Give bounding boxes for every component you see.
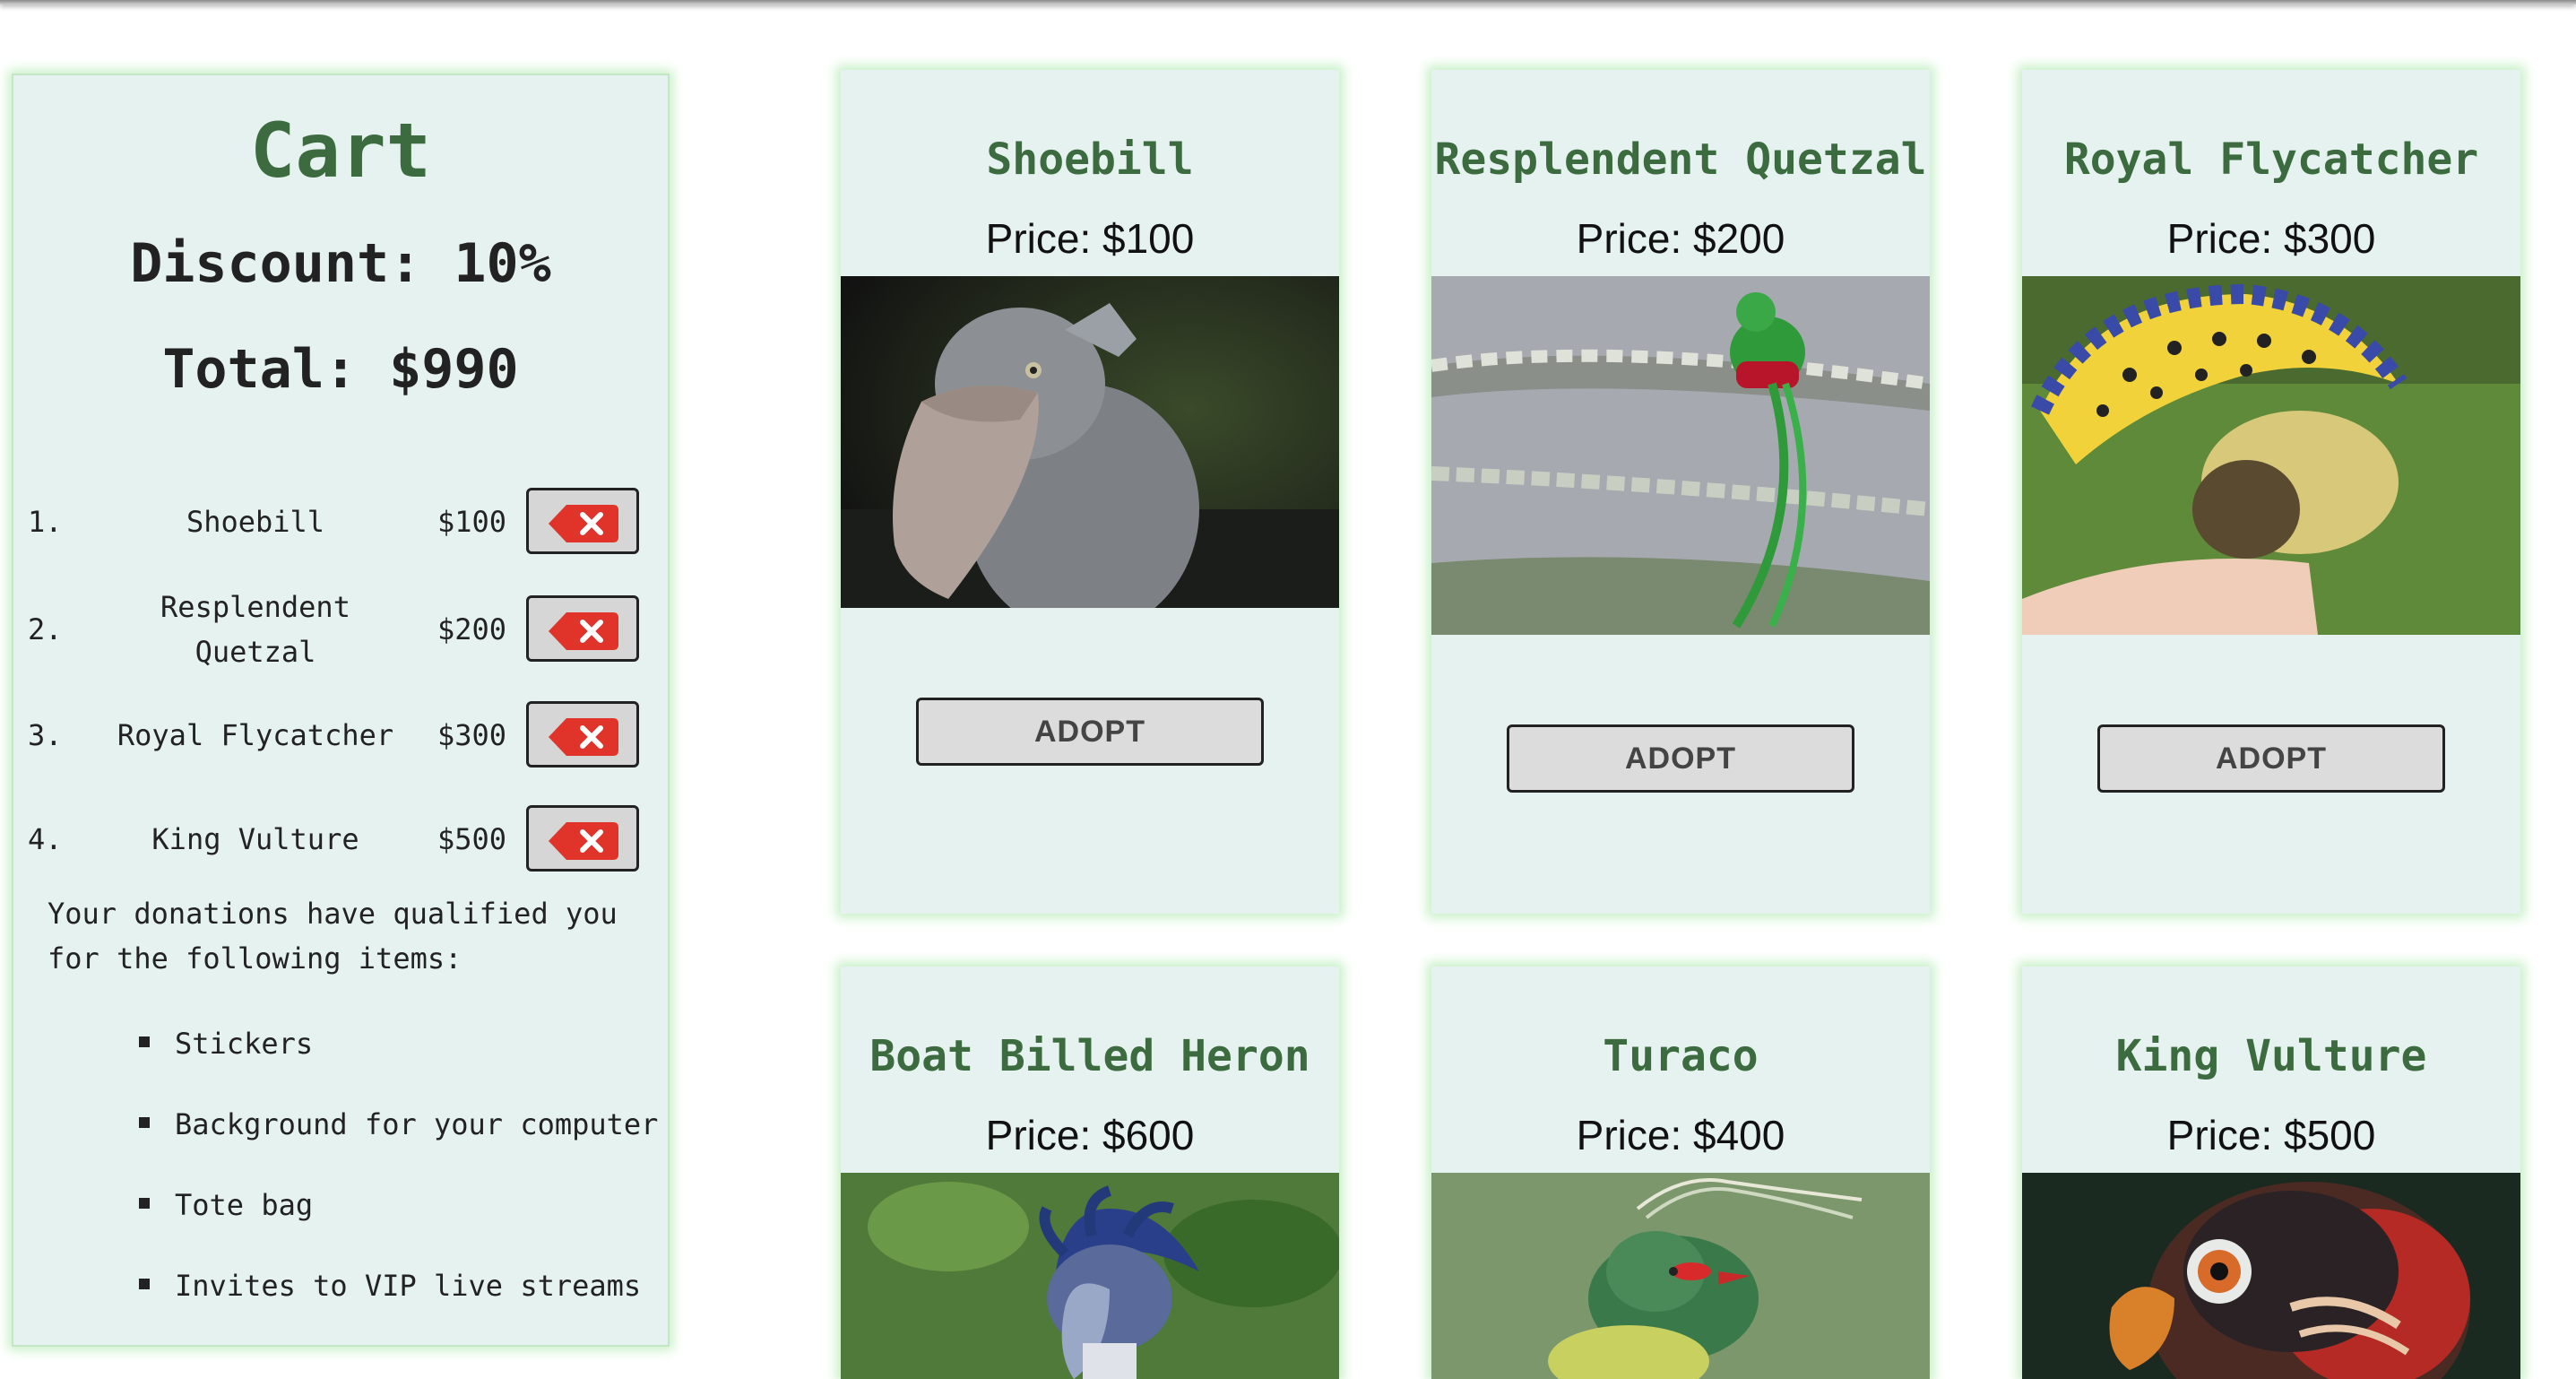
cart-item-name: Resplendent Quetzal [160, 590, 350, 669]
cart-item-name: Royal Flycatcher [117, 718, 394, 752]
product-name: Turaco [1603, 1031, 1759, 1081]
remove-x-icon [549, 612, 618, 650]
bullet-square-icon [139, 1198, 150, 1209]
cart-item: 4. King Vulture $500 [13, 805, 668, 873]
product-card: Resplendent Quetzal Price: $200 ADOPT [1431, 70, 1930, 914]
bullet-square-icon [139, 1117, 150, 1128]
boat-billed-heron-image [841, 1173, 1339, 1379]
product-price: Price: $100 [985, 215, 1195, 262]
adopt-button[interactable]: ADOPT [916, 698, 1264, 766]
remove-item-button[interactable] [526, 488, 639, 554]
cart-item: 3. Royal Flycatcher $300 [13, 701, 668, 769]
remove-item-button[interactable] [526, 805, 639, 872]
product-card: Royal Flycatcher Price: $300 ADOPT [2022, 70, 2520, 914]
cart-panel: Cart Discount: 10% Total: $990 1. Shoebi… [12, 74, 670, 1347]
shoebill-image [841, 276, 1339, 608]
cart-item-price: $200 [437, 612, 506, 646]
cart-total: Total: $990 [162, 338, 519, 401]
quetzal-image [1431, 276, 1930, 635]
cart-item-name: Shoebill [186, 505, 325, 539]
perk-label: Invites to VIP live streams [175, 1269, 642, 1303]
cart-item-price: $300 [437, 718, 506, 752]
product-card: Shoebill Price: $100 ADOPT [841, 70, 1339, 914]
adopt-button[interactable]: ADOPT [2097, 724, 2445, 793]
qualified-items-text: Your donations have qualified you for th… [48, 897, 618, 976]
bullet-square-icon [139, 1279, 150, 1289]
browser-top-edge [0, 0, 2576, 4]
cart-discount: Discount: 10% [130, 232, 551, 295]
cart-item: 2. Resplendent Quetzal $200 [13, 590, 668, 669]
product-card: Boat Billed Heron Price: $600 [841, 967, 1339, 1379]
product-price: Price: $300 [2166, 215, 2376, 262]
remove-item-button[interactable] [526, 595, 639, 662]
cart-item-number: 1. [28, 505, 63, 539]
cart-title: Cart [249, 107, 432, 195]
cart-item-price: $100 [437, 505, 506, 539]
remove-x-icon [549, 505, 618, 542]
king-vulture-image [2022, 1173, 2520, 1379]
product-card: Turaco Price: $400 [1431, 967, 1930, 1379]
cart-item-price: $500 [437, 822, 506, 856]
product-card: King Vulture Price: $500 [2022, 967, 2520, 1379]
product-name: King Vulture [2115, 1031, 2427, 1081]
product-name: Shoebill [986, 134, 1194, 185]
remove-x-icon [549, 718, 618, 756]
product-price: Price: $200 [1576, 215, 1785, 262]
flycatcher-image [2022, 276, 2520, 635]
perk-label: Tote bag [175, 1188, 314, 1222]
product-price: Price: $600 [985, 1112, 1195, 1158]
cart-item-number: 4. [28, 822, 63, 856]
product-price: Price: $500 [2166, 1112, 2376, 1158]
remove-x-icon [549, 822, 618, 860]
bullet-square-icon [139, 1036, 150, 1047]
product-name: Boat Billed Heron [869, 1031, 1310, 1081]
product-price: Price: $400 [1576, 1112, 1785, 1158]
cart-item-number: 3. [28, 718, 63, 752]
product-name: Resplendent Quetzal [1434, 134, 1927, 185]
cart-item-number: 2. [28, 612, 63, 646]
cart-item: 1. Shoebill $100 [13, 488, 668, 556]
perk-label: Background for your computer [175, 1107, 659, 1141]
perk-label: Stickers [175, 1027, 314, 1061]
product-name: Royal Flycatcher [2063, 134, 2479, 185]
cart-item-name: King Vulture [151, 822, 359, 856]
remove-item-button[interactable] [526, 701, 639, 768]
adopt-button[interactable]: ADOPT [1507, 724, 1854, 793]
turaco-image [1431, 1173, 1930, 1379]
